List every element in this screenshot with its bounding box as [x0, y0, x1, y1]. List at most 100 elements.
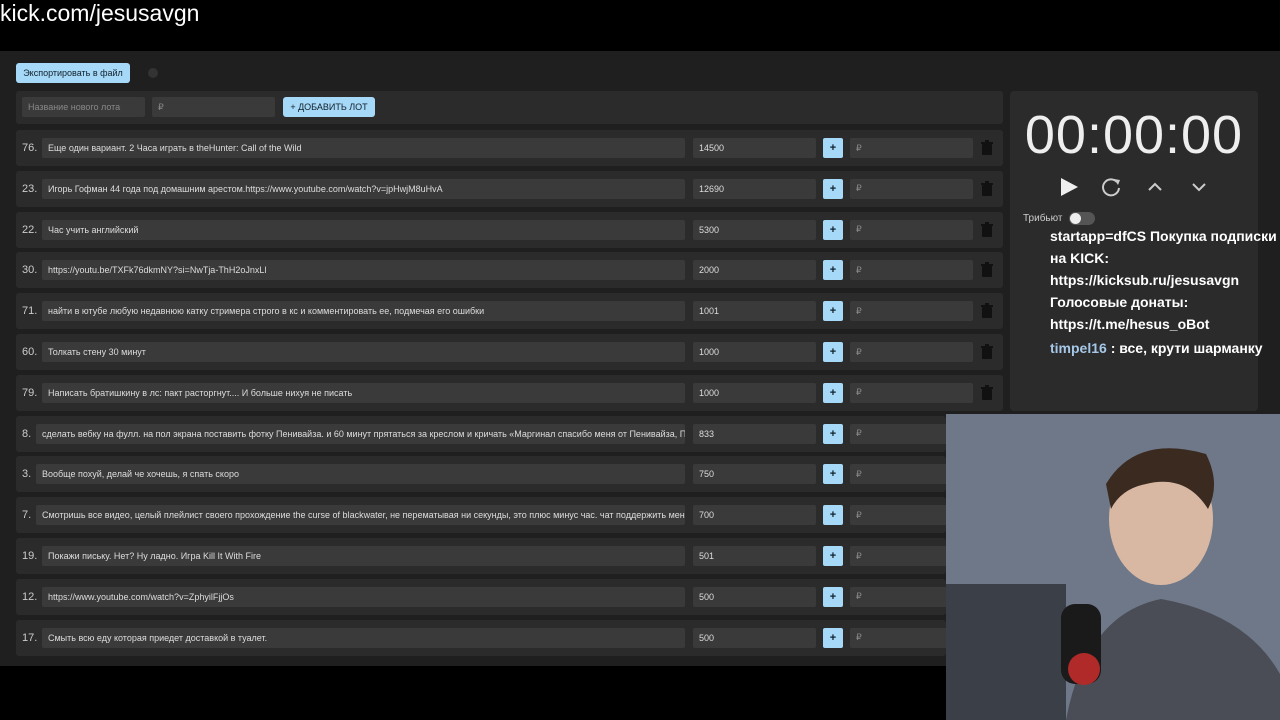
lot-amount-field[interactable]: 500: [693, 627, 816, 648]
browser-url: kick.com/jesusavgn: [0, 0, 200, 26]
tribut-label: Трибьют: [1023, 213, 1063, 224]
lot-row: 8. сделать вебку на фулл. на пол экрана п…: [16, 415, 973, 452]
lot-number: 3.: [22, 468, 32, 481]
play-icon[interactable]: [1057, 175, 1081, 199]
chat-message: timpel16 : все, крути шарманку: [1050, 340, 1280, 356]
lot-row: 22. Час учить английский 5300 + ₽: [16, 211, 1003, 248]
lot-amount-field[interactable]: 5300: [693, 219, 816, 240]
new-lot-name-input[interactable]: Название нового лота: [22, 97, 145, 117]
lot-name-field[interactable]: Вообще похуй, делай че хочешь, я спать с…: [36, 464, 685, 485]
trash-icon[interactable]: [980, 140, 994, 156]
lot-amount-field[interactable]: 1001: [693, 301, 816, 322]
lot-bid-input[interactable]: ₽: [850, 138, 973, 158]
chat-line: https://t.me/hesus_oBot: [1050, 316, 1210, 332]
lot-add-amount-button[interactable]: +: [823, 464, 843, 485]
lot-row: 76. Еще один вариант. 2 Часа играть в the…: [16, 130, 1003, 166]
lot-bid-input[interactable]: ₽: [850, 260, 973, 281]
refresh-icon[interactable]: [1099, 175, 1123, 199]
trash-icon[interactable]: [980, 384, 994, 401]
lot-row: 79. Написать братишкину в лс: пакт растор…: [16, 374, 1003, 411]
lot-amount-field[interactable]: 12690: [693, 178, 816, 199]
chevron-down-icon[interactable]: [1187, 175, 1211, 199]
lot-bid-input[interactable]: ₽: [850, 382, 973, 403]
new-lot-amount-input[interactable]: ₽: [152, 97, 275, 117]
lot-name-field[interactable]: https://www.youtube.com/watch?v=ZphyilFj…: [42, 586, 685, 607]
lot-row: 60. Толкать стену 30 минут 1000 + ₽: [16, 334, 1003, 370]
lot-row: 19. Покажи письку. Нет? Ну ладно. Игра Ki…: [16, 538, 973, 574]
trash-icon[interactable]: [980, 262, 994, 278]
lot-add-amount-button[interactable]: +: [823, 138, 843, 158]
lot-amount-field[interactable]: 2000: [693, 260, 816, 281]
lot-row: 30. https://youtu.be/TXFk76dkmNY?si=NwTja…: [16, 252, 1003, 289]
lot-add-amount-button[interactable]: +: [823, 505, 843, 526]
lot-name-field[interactable]: Игорь Гофман 44 года под домашним аресто…: [42, 178, 685, 199]
lot-add-amount-button[interactable]: +: [823, 178, 843, 199]
chat-line: startapp=dfCS Покупка подписки: [1050, 228, 1277, 244]
lot-name-field[interactable]: Смыть всю еду которая приедет доставкой …: [42, 627, 685, 648]
lot-bid-input[interactable]: ₽: [850, 178, 973, 199]
timer-display: 00:00:00: [1024, 105, 1244, 165]
lot-name-field[interactable]: Толкать стену 30 минут: [42, 342, 685, 362]
lot-amount-field[interactable]: 14500: [693, 138, 816, 158]
chat-line: Голосовые донаты:: [1050, 294, 1189, 310]
lot-add-amount-button[interactable]: +: [823, 423, 843, 444]
lot-amount-field[interactable]: 1000: [693, 342, 816, 362]
chat-username: timpel16: [1050, 340, 1107, 356]
lot-name-field[interactable]: найти в ютубе любую недавнюю катку стрим…: [42, 301, 685, 322]
lot-add-amount-button[interactable]: +: [823, 342, 843, 362]
lot-number: 71.: [22, 305, 38, 318]
lot-amount-field[interactable]: 501: [693, 546, 816, 566]
lot-name-field[interactable]: Смотришь все видео, целый плейлист своег…: [36, 505, 685, 526]
lot-number: 17.: [22, 631, 38, 644]
lot-name-field[interactable]: https://youtu.be/TXFk76dkmNY?si=NwTja-Th…: [42, 260, 685, 281]
lot-name-field[interactable]: Написать братишкину в лс: пакт расторгну…: [42, 382, 685, 403]
lot-number: 76.: [22, 142, 38, 154]
lot-amount-field[interactable]: 1000: [693, 382, 816, 403]
lot-number: 12.: [22, 590, 38, 603]
lot-amount-field[interactable]: 833: [693, 423, 816, 444]
trash-icon[interactable]: [980, 344, 994, 360]
tribut-toggle[interactable]: [1069, 212, 1095, 225]
lot-row: 3. Вообще похуй, делай че хочешь, я спать…: [16, 456, 973, 493]
webcam-feed: [946, 414, 1280, 720]
chat-overlay: startapp=dfCS Покупка подписки на KICK: …: [1050, 225, 1280, 335]
chat-line: на KICK:: [1050, 250, 1110, 266]
lot-bid-input[interactable]: ₽: [850, 219, 973, 240]
lot-add-amount-button[interactable]: +: [823, 627, 843, 648]
lot-name-field[interactable]: Покажи письку. Нет? Ну ладно. Игра Kill …: [42, 546, 685, 566]
lot-number: 8.: [22, 427, 32, 440]
lot-name-field[interactable]: Час учить английский: [42, 219, 685, 240]
lot-add-amount-button[interactable]: +: [823, 382, 843, 403]
lot-amount-field[interactable]: 750: [693, 464, 816, 485]
lot-row: 23. Игорь Гофман 44 года под домашним аре…: [16, 170, 1003, 207]
lot-number: 60.: [22, 346, 38, 358]
lot-amount-field[interactable]: 500: [693, 586, 816, 607]
lot-add-amount-button[interactable]: +: [823, 546, 843, 566]
trash-icon[interactable]: [980, 303, 994, 319]
chat-text: : все, крути шарманку: [1106, 340, 1263, 356]
lot-number: 7.: [22, 509, 32, 522]
export-button[interactable]: Экспортировать в файл: [16, 63, 130, 83]
lot-number: 23.: [22, 182, 38, 195]
trash-icon[interactable]: [980, 221, 994, 238]
lot-add-amount-button[interactable]: +: [823, 260, 843, 281]
lot-bid-input[interactable]: ₽: [850, 342, 973, 362]
lot-name-field[interactable]: Еще один вариант. 2 Часа играть в theHun…: [42, 138, 685, 158]
lot-row: 17. Смыть всю еду которая приедет доставк…: [16, 619, 973, 656]
chevron-up-icon[interactable]: [1143, 175, 1167, 199]
chat-line: https://kicksub.ru/jesusavgn: [1050, 272, 1240, 288]
lot-add-amount-button[interactable]: +: [823, 301, 843, 322]
lot-row: 7. Смотришь все видео, целый плейлист сво…: [16, 497, 973, 534]
lot-row: 12. https://www.youtube.com/watch?v=Zphyi…: [16, 578, 973, 615]
status-dot: [148, 68, 158, 78]
lot-bid-input[interactable]: ₽: [850, 301, 973, 322]
lot-add-amount-button[interactable]: +: [823, 586, 843, 607]
lot-amount-field[interactable]: 700: [693, 505, 816, 526]
trash-icon[interactable]: [980, 180, 994, 197]
lot-add-amount-button[interactable]: +: [823, 219, 843, 240]
lot-number: 79.: [22, 386, 38, 399]
lot-name-field[interactable]: сделать вебку на фулл. на пол экрана пос…: [36, 423, 685, 444]
lot-number: 22.: [22, 223, 38, 236]
lot-number: 30.: [22, 264, 38, 277]
add-lot-button[interactable]: + ДОБАВИТЬ ЛОТ: [283, 97, 375, 117]
